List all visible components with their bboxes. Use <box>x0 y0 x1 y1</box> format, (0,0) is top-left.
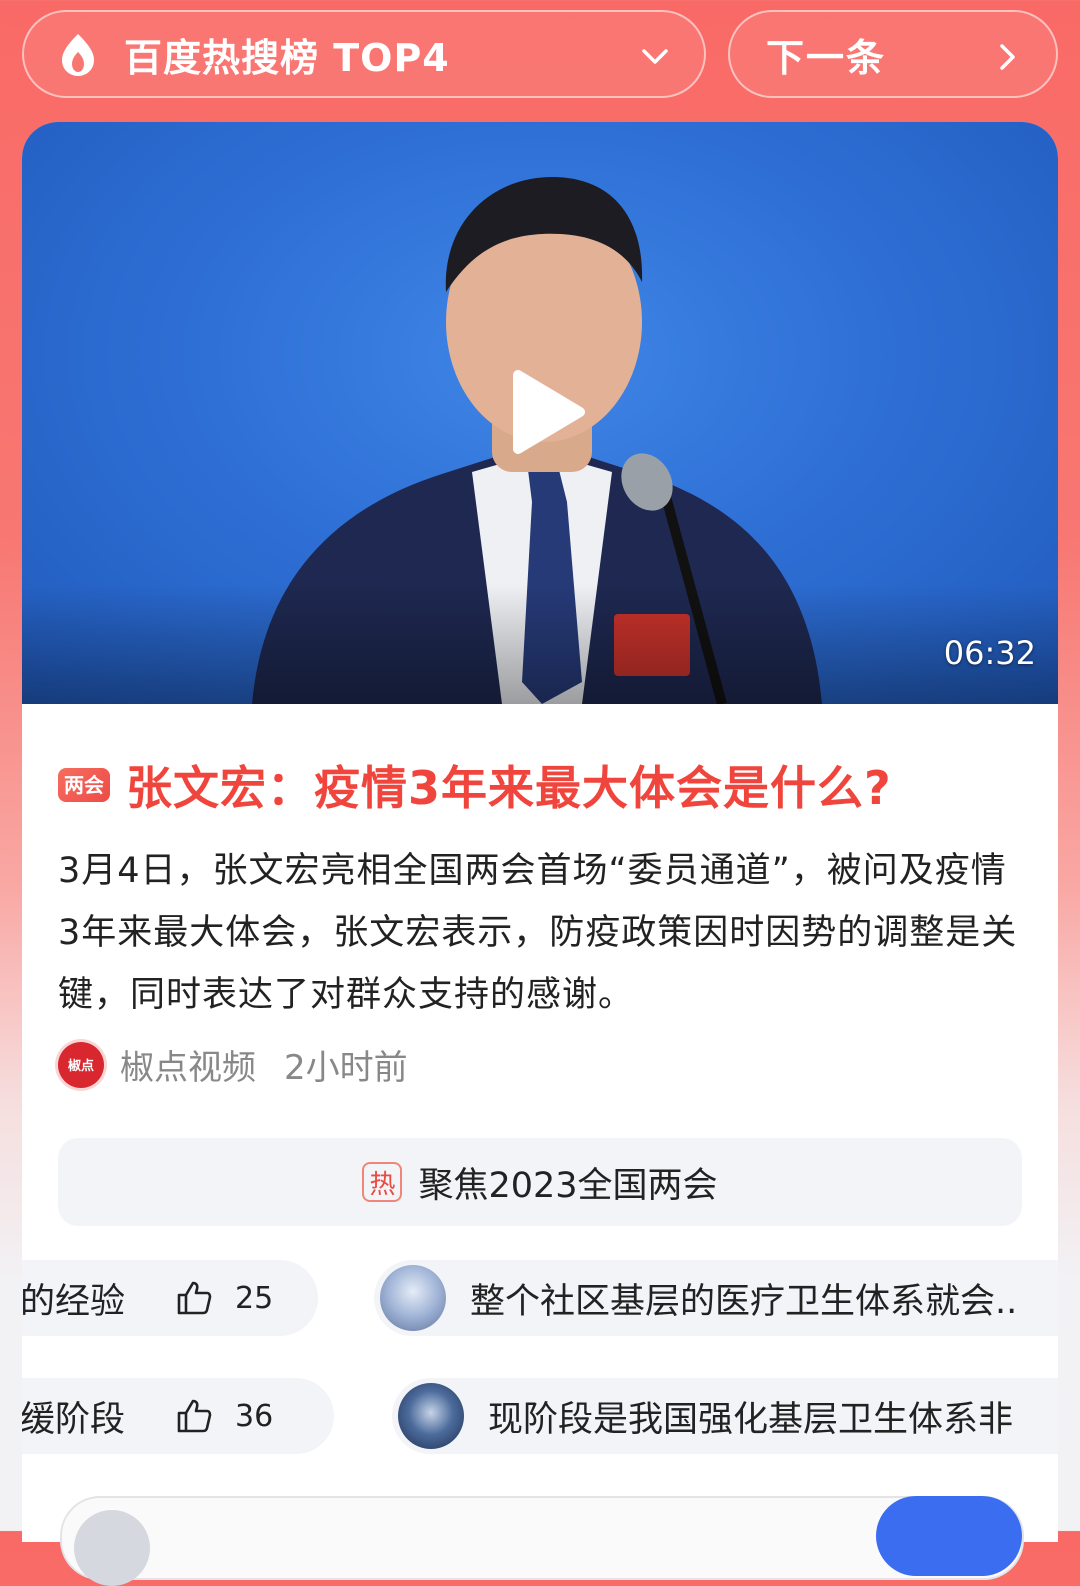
source-row: 椒点 椒点视频 2小时前 <box>58 1040 408 1089</box>
comment-stat-pill[interactable]: 缓阶段 36 <box>22 1378 334 1454</box>
topic-link[interactable]: 热 聚焦2023全国两会 <box>58 1138 1022 1226</box>
source-name[interactable]: 椒点视频 <box>120 1040 256 1089</box>
source-avatar[interactable]: 椒点 <box>58 1041 104 1088</box>
news-card: 06:32 两会 张文宏：疫情3年来最大体会是什么? 3月4日，张文宏亮相全国两… <box>22 122 1058 1542</box>
article-title-row[interactable]: 两会 张文宏：疫情3年来最大体会是什么? <box>58 752 892 818</box>
comment-item[interactable]: 整个社区基层的医疗卫生体系就会.. <box>374 1260 1058 1336</box>
comment-snippet: 缓阶段 <box>22 1399 126 1440</box>
chevron-right-icon <box>1000 44 1015 70</box>
hot-list-title: 百度热搜榜 TOP4 <box>124 35 450 80</box>
like-count: 25 <box>235 1280 274 1316</box>
commenter-avatar[interactable] <box>398 1383 464 1449</box>
video-duration: 06:32 <box>943 634 1036 672</box>
play-icon[interactable] <box>508 367 588 457</box>
video-bottom-shade <box>22 584 1058 704</box>
next-item-button[interactable]: 下一条 <box>728 10 1058 98</box>
hot-tag-icon: 热 <box>362 1162 403 1202</box>
commenter-avatar[interactable] <box>380 1265 446 1331</box>
publish-time: 2小时前 <box>284 1048 408 1088</box>
like-count: 36 <box>235 1398 274 1434</box>
comment-row: 缓阶段 36 现阶段是我国强化基层卫生体系非 <box>22 1378 1058 1456</box>
baidu-hot-flame-icon <box>62 34 94 76</box>
topic-label: 聚焦2023全国两会 <box>418 1165 718 1206</box>
article-summary[interactable]: 3月4日，张文宏亮相全国两会首场“委员通道”，被问及疫情3年来最大体会，张文宏表… <box>58 840 1028 1026</box>
user-avatar[interactable] <box>74 1510 150 1586</box>
comment-snippet: 的经验 <box>22 1281 126 1322</box>
lianghui-badge: 两会 <box>58 768 110 802</box>
hot-list-dropdown[interactable]: 百度热搜榜 TOP4 <box>22 10 706 98</box>
thumbs-up-icon[interactable] <box>175 1279 213 1317</box>
comment-item[interactable]: 现阶段是我国强化基层卫生体系非 <box>392 1378 1058 1454</box>
next-item-label: 下一条 <box>766 35 887 80</box>
video-player[interactable]: 06:32 <box>22 122 1058 704</box>
comment-row: 的经验 25 整个社区基层的医疗卫生体系就会.. <box>22 1260 1058 1338</box>
article-title[interactable]: 张文宏：疫情3年来最大体会是什么? <box>126 752 892 818</box>
comment-stat-pill[interactable]: 的经验 25 <box>22 1260 318 1336</box>
top-bar: 百度热搜榜 TOP4 下一条 <box>22 10 1058 100</box>
chevron-down-icon <box>642 49 668 64</box>
thumbs-up-icon[interactable] <box>175 1397 213 1435</box>
comment-text: 现阶段是我国强化基层卫生体系非 <box>488 1399 1014 1440</box>
action-button[interactable] <box>876 1496 1022 1576</box>
comment-text: 整个社区基层的医疗卫生体系就会.. <box>470 1281 1018 1322</box>
